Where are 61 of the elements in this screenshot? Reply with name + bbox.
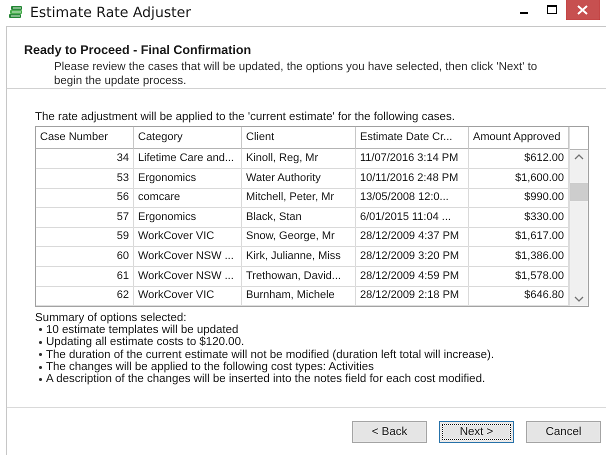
scroll-thumb[interactable] — [570, 183, 588, 201]
column-header[interactable]: Estimate Date Cr... — [356, 127, 469, 149]
table-cell: Water Authority — [242, 168, 356, 189]
scroll-up-icon[interactable] — [574, 154, 584, 160]
header-filler — [570, 127, 588, 150]
table-cell: 10/11/2016 2:48 PM — [356, 168, 469, 189]
bullet-icon — [39, 366, 42, 369]
column-header[interactable]: Category — [134, 127, 242, 149]
table-cell: 28/12/2009 3:20 PM — [356, 246, 469, 267]
table-cell: Lifetime Care and... — [134, 149, 242, 169]
bullet-icon — [39, 340, 42, 344]
table-cell: 61 — [36, 266, 134, 287]
bullet-icon — [39, 378, 42, 382]
table-cell: WorkCover NSW ... — [134, 266, 242, 287]
table-cell: 62 — [36, 286, 134, 306]
summary-item: The duration of the current estimate will not be modified (duration left total will increase). — [46, 348, 494, 361]
table-cell: comcare — [134, 188, 242, 208]
column-header[interactable]: Case Number — [36, 127, 134, 149]
books-icon — [8, 5, 24, 21]
table-cell: Burnham, Michele — [242, 286, 356, 306]
table-cell: 28/12/2009 4:59 PM — [356, 266, 469, 287]
column-header[interactable]: Client — [242, 127, 356, 149]
intro-text: The rate adjustment will be applied to the 'current estimate' for the following cases. — [35, 111, 456, 123]
table-cell: Ergonomics — [134, 168, 242, 189]
table-cell: 53 — [36, 168, 134, 189]
table-cell: Snow, George, Mr — [242, 227, 356, 248]
table-cell: 28/12/2009 2:18 PM — [356, 286, 469, 306]
scrollbar[interactable] — [569, 127, 588, 306]
table-cell: Kinoll, Reg, Mr — [242, 149, 356, 169]
summary-heading: Summary of options selected: — [35, 312, 188, 324]
window-title: Estimate Rate Adjuster — [30, 5, 191, 21]
table-cell: 28/12/2009 4:37 PM — [356, 227, 469, 248]
wizard-button[interactable]: < Back — [352, 421, 427, 443]
wizard-button[interactable]: Next > — [439, 421, 514, 443]
table-cell: Mitchell, Peter, Mr — [242, 188, 356, 208]
bullet-icon — [39, 328, 42, 332]
table-cell: 6/01/2015 11:04 ... — [356, 208, 469, 228]
bullet-icon — [39, 353, 42, 356]
page-heading: Ready to Proceed - Final Confirmation — [24, 43, 252, 57]
summary-item: 10 estimate templates will be updated — [46, 324, 238, 336]
table-cell: 13/05/2008 12:0... — [356, 188, 469, 208]
page-description: Please review the cases that will be updated, the options you have selected, then click 'Next' to begin the update process. — [54, 60, 538, 88]
wizard-button[interactable]: Cancel — [526, 421, 601, 443]
table-cell: WorkCover VIC — [134, 286, 242, 306]
table-cell: 57 — [36, 208, 134, 228]
table-cell: 34 — [36, 149, 134, 169]
table-cell: WorkCover NSW ... — [134, 246, 242, 267]
summary-item: A description of the changes will be inserted into the notes field for each cost modified. — [46, 373, 486, 386]
table-cell: Trethowan, David... — [242, 266, 356, 287]
table-cell: 59 — [36, 227, 134, 248]
summary-item: The changes will be applied to the following cost types: Activities — [46, 360, 374, 374]
table-cell: 11/07/2016 3:14 PM — [356, 149, 469, 169]
scroll-down-icon[interactable] — [574, 296, 584, 302]
summary-item: Updating all estimate costs to $120.00. — [46, 336, 244, 349]
table-cell: WorkCover VIC — [134, 227, 242, 248]
close-icon[interactable] — [566, 0, 600, 20]
table-cell: Black, Stan — [242, 208, 356, 228]
table-cell: Ergonomics — [134, 208, 242, 228]
table-cell: 56 — [36, 188, 134, 208]
table-cell: Kirk, Julianne, Miss — [242, 246, 356, 267]
table-cell: 60 — [36, 246, 134, 267]
